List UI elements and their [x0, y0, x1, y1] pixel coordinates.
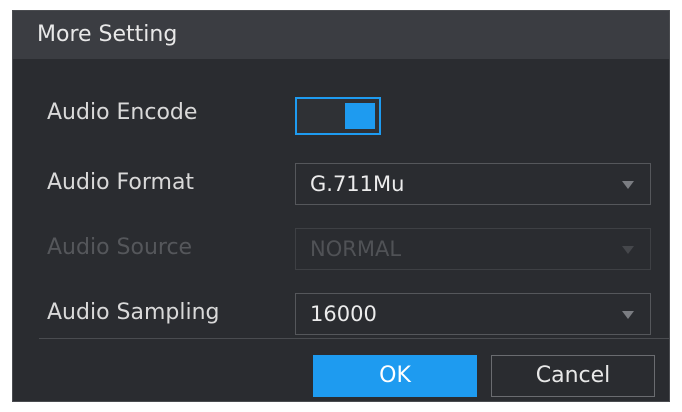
audio-sampling-select[interactable]: 16000 — [295, 293, 651, 335]
cancel-button[interactable]: Cancel — [491, 355, 655, 397]
audio-format-value: G.711Mu — [310, 172, 405, 196]
toggle-knob — [345, 103, 375, 129]
audio-source-select: NORMAL — [295, 228, 651, 270]
audio-encode-label: Audio Encode — [47, 100, 198, 125]
audio-source-label: Audio Source — [47, 235, 193, 260]
audio-source-value: NORMAL — [310, 237, 402, 261]
audio-format-select[interactable]: G.711Mu — [295, 163, 651, 205]
chevron-down-icon — [622, 246, 634, 254]
audio-sampling-label: Audio Sampling — [47, 300, 220, 325]
audio-sampling-value: 16000 — [310, 302, 377, 326]
footer-divider — [39, 338, 669, 339]
audio-format-label: Audio Format — [47, 170, 195, 195]
dialog-titlebar: More Setting — [13, 11, 669, 59]
chevron-down-icon — [622, 311, 634, 319]
audio-encode-toggle[interactable] — [295, 97, 381, 135]
more-setting-dialog: More Setting Audio Encode Audio Format G… — [12, 10, 670, 402]
ok-button[interactable]: OK — [313, 355, 477, 397]
dialog-title: More Setting — [37, 22, 178, 47]
chevron-down-icon — [622, 181, 634, 189]
